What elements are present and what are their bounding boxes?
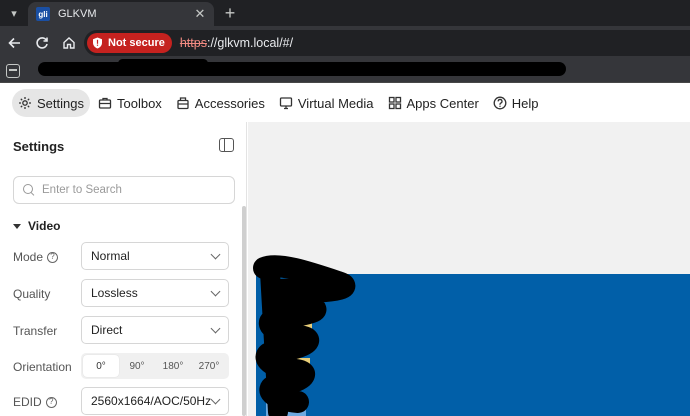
question-icon [493,96,507,110]
nav-toolbox[interactable]: Toolbox [92,89,168,117]
edid-select[interactable]: 2560x1664/AOC/50Hz [81,387,229,415]
edid-value: 2560x1664/AOC/50Hz [91,394,212,408]
bag-icon [177,97,189,110]
nav-settings-label: Settings [37,95,84,111]
browser-tab-bar: ▾ gli GLKVM ✕ + [0,0,690,26]
settings-sidebar: Settings Video Mode ? Normal Quality Los… [0,122,247,416]
sidebar-scrollbar[interactable] [241,206,246,416]
redaction-scribble [253,255,356,416]
settings-search [13,176,235,204]
reload-icon[interactable] [31,32,53,54]
chevron-down-icon [210,394,221,404]
mode-value: Normal [91,249,130,263]
url-text: https://glkvm.local/#/ [180,36,293,50]
quality-value: Lossless [91,286,138,300]
nav-help-label: Help [511,95,539,111]
transfer-label: Transfer [13,324,58,338]
chevron-down-icon [210,249,221,259]
favicon-icon: gli [36,7,50,21]
not-secure-badge[interactable]: Not secure [87,33,172,53]
bookmark-folder-icon[interactable] [6,64,20,78]
search-input[interactable] [42,184,232,196]
transfer-label-row: Transfer [13,324,57,338]
browser-tab[interactable]: gli GLKVM ✕ [28,2,214,26]
nav-apps-center-label: Apps Center [406,95,479,111]
address-bar[interactable]: Not secure https://glkvm.local/#/ [84,30,690,56]
edid-label: EDID [13,395,42,409]
nav-accessories-label: Accessories [194,95,265,111]
sidebar-title: Settings [13,139,65,154]
browser-toolbar: Not secure https://glkvm.local/#/ [0,26,690,59]
section-video-label: Video [28,219,61,233]
url-protocol: https [179,36,207,50]
mode-label-row: Mode ? [13,250,59,264]
quality-select[interactable]: Lossless [81,279,229,307]
help-icon[interactable]: ? [45,396,57,408]
caret-down-icon [13,223,21,229]
close-tab-icon[interactable]: ✕ [192,6,208,22]
nav-toolbox-label: Toolbox [116,95,162,111]
redaction-mark [118,59,208,68]
chevron-down-icon [210,323,221,333]
orientation-option-0[interactable]: 0° [83,355,119,377]
nav-accessories[interactable]: Accessories [170,89,271,117]
warning-shield-icon [92,37,103,49]
orientation-option-270[interactable]: 270° [191,355,227,377]
chevron-down-icon [210,286,221,296]
back-arrow-icon[interactable] [4,32,26,54]
orientation-segmented-control: 0° 90° 180° 270° [81,353,229,379]
remote-stream-area[interactable] [248,122,690,416]
monitor-icon [279,97,293,110]
scrollbar-thumb[interactable] [242,206,246,416]
apps-grid-icon [388,96,401,110]
mode-label: Mode [13,250,44,264]
home-icon[interactable] [58,32,80,54]
help-icon[interactable]: ? [47,251,59,263]
new-tab-button[interactable]: + [220,3,240,23]
search-icon [23,184,35,196]
tab-search-icon[interactable]: ▾ [2,3,26,23]
nav-settings[interactable]: Settings [12,89,90,117]
nav-virtual-media-label: Virtual Media [297,95,374,111]
nav-help[interactable]: Help [487,89,545,117]
app-top-nav: Settings Toolbox Accessories Virtual Med… [0,84,690,122]
edid-label-row: EDID ? [13,395,57,409]
nav-apps-center[interactable]: Apps Center [382,89,485,117]
gear-icon [19,97,31,109]
not-secure-label: Not secure [108,37,165,49]
orientation-option-180[interactable]: 180° [155,355,191,377]
bookmarks-bar [0,59,690,83]
orientation-label: Orientation [13,360,72,374]
nav-virtual-media[interactable]: Virtual Media [273,89,380,117]
transfer-value: Direct [91,323,123,337]
section-video-header[interactable]: Video [13,219,60,233]
sidebar-collapse-icon[interactable] [219,138,234,152]
orientation-option-90[interactable]: 90° [119,355,155,377]
quality-label: Quality [13,287,51,301]
quality-label-row: Quality [13,287,50,301]
url-path: ://glkvm.local/#/ [206,36,294,50]
mode-select[interactable]: Normal [81,242,229,270]
transfer-select[interactable]: Direct [81,316,229,344]
tab-title: GLKVM [58,8,97,20]
toolbox-icon [98,97,112,109]
orientation-label-row: Orientation [13,360,72,374]
